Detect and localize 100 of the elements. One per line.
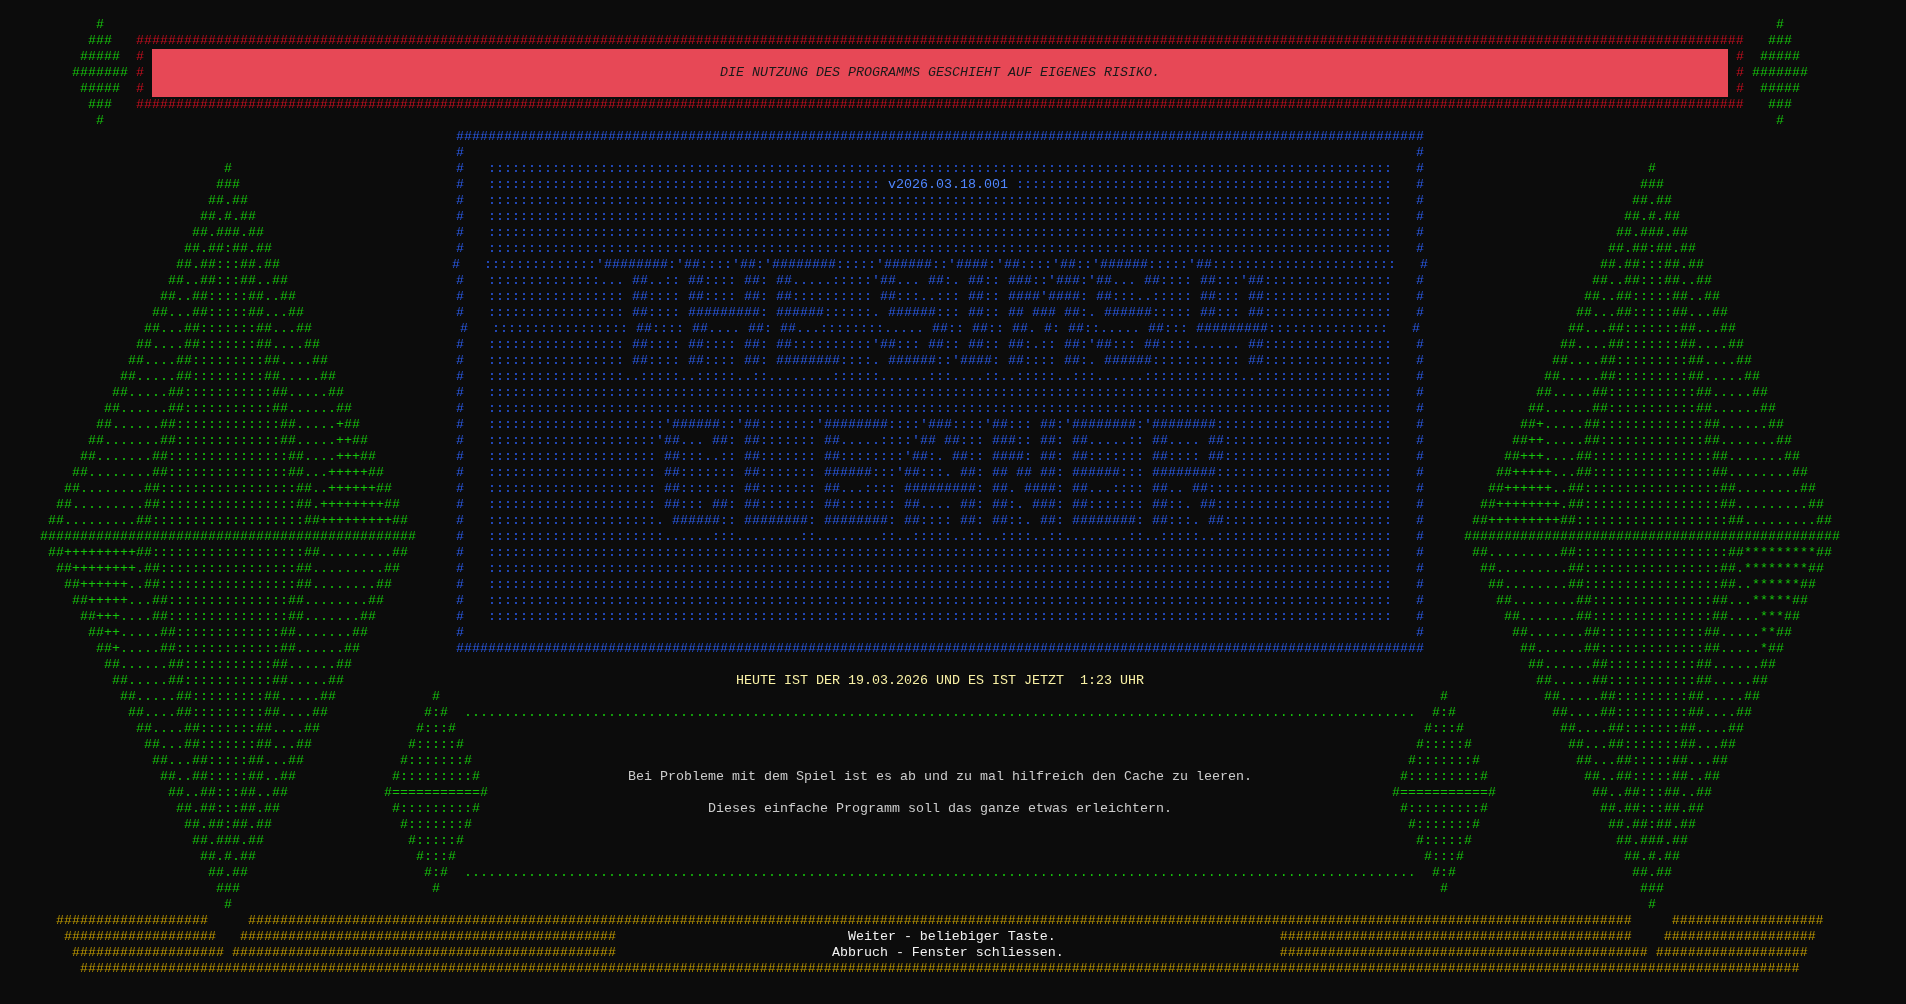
ascii-art-line: ##...##:::::##...## [1576, 753, 1728, 769]
ascii-art-line: ### [1768, 33, 1792, 49]
ascii-art-line: ##### [1760, 49, 1800, 65]
hash-border: ############################################### [239, 929, 616, 945]
ascii-art-line: # ::::::::::::::::::::::::::::::::::::::::::::::::::::::::::::::::::::::::::::::::::::::::::::::::::::::::::::::::: # [456, 593, 1424, 609]
ascii-art-line: ##..##:::##..## [1592, 785, 1712, 801]
ascii-art-line: ### [1640, 881, 1664, 897]
ascii-art-line: #:::# [1424, 721, 1464, 737]
ascii-art-line: #:::::::::# [392, 769, 480, 785]
ascii-art-line: # [224, 161, 232, 177]
ascii-art-line: # ::::::::::::::::: ##:::: ##:::: ##: ########::::. ######::'####: ##:::: ##:. ######::::::::::: ##:::::::::::::::: # [456, 353, 1424, 369]
hash-border: ######################################################################################################################### [456, 129, 1424, 145]
ascii-art-line: ##....##:::::::::##....## [128, 705, 328, 721]
ascii-art-line: # ::::::::::::::::::::: ##:::..:: ##::::::: ##::::::::'##:. ##:: ####: ##: ##::::::: ##:::: ##::::::::::::::::::::: # [456, 449, 1424, 465]
ascii-art-line: #:::::::# [1408, 753, 1480, 769]
ascii-art-line: ##.###.## [1616, 225, 1688, 241]
key-hint: Abbruch - Fenster schliessen. [831, 945, 1064, 961]
ascii-art-line: ##.........##:::::::::::::::::::##+++++++++## [48, 513, 408, 529]
ascii-art-line: ##.......##:::::::::::::::##....***## [1504, 609, 1800, 625]
ascii-art-line: ##.##:::##.## [1600, 801, 1704, 817]
ascii-art-line: ##+++++++++##:::::::::::::::::::##.........## [48, 545, 408, 561]
ascii-art-line: ############################################### [40, 529, 416, 545]
ascii-art-line: # ::::::::::::::::::::::::::::::::::::::::::::::::::::::::::::::::::::::::::::::::::::::::::::::::::::::::::::::::: # [456, 385, 1424, 401]
ascii-art-line: ##.....##:::::::::##.....## [120, 369, 336, 385]
ascii-art-line: ### [88, 33, 112, 49]
ascii-art-line: ##......##:::::::::::::##.....+## [96, 417, 360, 433]
ascii-art-line: ##........##:::::::::::::::::##..++++++## [64, 481, 392, 497]
ascii-art-line: #===========# [1392, 785, 1496, 801]
ascii-art-line: # ::::::::::::::::: ##:::: #########: ######::::::. ######::: ##:: ## ### ##:. ######::::: ##::: ##:::::::::::::::: # [456, 305, 1424, 321]
ascii-art-line: ##....##:::::::##....## [136, 721, 320, 737]
ascii-art-line: ##### [80, 49, 120, 65]
ascii-art-line: ##.###.## [1616, 833, 1688, 849]
hash-border: ################################################ [231, 945, 616, 961]
ascii-art-line: # ::::::::::::::::::::::::::::::::::::::::::::::::::::::::::::::::::::::::::::::::::::::::::::::::::::::::::::::::: # [456, 225, 1424, 241]
hash-border: ################### [1663, 929, 1816, 945]
hash-border: ############################################ [1279, 929, 1632, 945]
ascii-art-line: ##....##:::::::::##....## [128, 353, 328, 369]
ascii-art-line: ##....##:::::::::##....## [1552, 353, 1752, 369]
ascii-art-line: ##..##:::##..## [168, 273, 288, 289]
ascii-art-line: #:# [1432, 705, 1456, 721]
ascii-art-line: #:::::::::# [392, 801, 480, 817]
hash-border: ######################################################################################################################################################################################################### [136, 97, 1744, 113]
ascii-art-line: ##..##:::##..## [168, 785, 288, 801]
ascii-art-line: #:# [424, 705, 448, 721]
ascii-art-line: ##+.....##:::::::::::::##......## [96, 641, 360, 657]
ascii-art-line: #:# [424, 865, 448, 881]
ascii-art-line: ##........##:::::::::::::::##...+++++## [72, 465, 384, 481]
ascii-art-line: ##.....##:::::::::##.....## [120, 689, 336, 705]
ascii-art-line: # ::::::::::::::::::::::::::::::::::::::::::::::::::::::::::::::::::::::::::::::::::::::::::::::::::::::::::::::::: # [456, 609, 1424, 625]
ascii-art-line: #:::::::::# [1400, 769, 1488, 785]
ascii-art-line: ##......##:::::::::::::##.....*## [1520, 641, 1784, 657]
ascii-art-line: # ::::::::::::::::::::::::::::::::::::::::::::::::::::::::::::::::::::::::::::::::::::::::::::::::::::::::::::::::: # [456, 193, 1424, 209]
hash-border: ############################################## [1279, 945, 1648, 961]
ascii-art-line: # ::::::::::::::::::::::::::::::::::::::::::::::::::::::::::::::::::::::::::::::::::::::::::::::::::::::::::::::::: # [456, 161, 1424, 177]
ascii-art-line: ##.........##:::::::::::::::::##.++++++++## [56, 497, 400, 513]
ascii-art-line: ##...##:::::::##...## [1568, 321, 1736, 337]
hash-border: ################### [56, 913, 208, 929]
ascii-art-line: ##.....##:::::::::##.....## [1544, 369, 1760, 385]
ascii-art-line: ##+.....##:::::::::::::##......## [1520, 417, 1784, 433]
ascii-art-line: # ::::::::::::::::::::::'######::'##:::::::'########::::'###::::'##::: ##:'########:'########:::::::::::::::::::::: # [456, 417, 1424, 433]
ascii-art-line: ### [1640, 177, 1664, 193]
ascii-art-line: ##++++++..##:::::::::::::::::##........## [64, 577, 392, 593]
hash-border: ####################################################################################################################################################################################################################### [80, 961, 1800, 977]
hash-border: ############################################################################################################################################################################# [247, 913, 1632, 929]
ascii-art-line: ##.## [1632, 193, 1672, 209]
ascii-art-line: ##+++....##:::::::::::::::##.......## [80, 609, 376, 625]
ascii-art-line: ##.## [208, 865, 248, 881]
ascii-art-line: ##++.....##:::::::::::::##.......## [88, 625, 368, 641]
ascii-art-line: ##.## [1632, 865, 1672, 881]
version-label: v2026.03.18.001 [888, 177, 1008, 193]
ascii-art-line: ::::::::::::::::::::::::::::::::::::::::::::::: # [1014, 177, 1424, 193]
ascii-art-line: # :::::::::::::::::::::'##... ##: ##::::::: ##.....::::'## ##::: ###:: ##: ##.....:: ##.... ##::::::::::::::::::::: # [456, 433, 1424, 449]
ascii-art-line: #:::::::::# [1400, 801, 1488, 817]
ascii-art-line: ##.....##:::::::::::##.....## [112, 385, 344, 401]
ascii-art-line: ##....##:::::::##....## [1560, 721, 1744, 737]
ascii-art-line: ##.##:::##.## [176, 257, 280, 273]
ascii-art-line: ##.#.## [1624, 849, 1680, 865]
ascii-art-line: ##...##:::::::##...## [144, 321, 312, 337]
ascii-art-line: # [1776, 17, 1784, 33]
ascii-art-line: ### [1768, 97, 1792, 113]
ascii-art-line: # ::::::::::::::::::::::::::::::::::::::::::::::::: [456, 177, 881, 193]
ascii-art-line: # ::::::::::::::::: ##:::: ##:::: ##: ##::::::::::'##::: ##:: ##:: ##:.:: ##:'##::: ##::::...... ##:::::::::::::::: # [456, 337, 1424, 353]
ascii-art-line: # [1440, 881, 1448, 897]
warning-message: DIE NUTZUNG DES PROGRAMMS GESCHIEHT AUF EIGENES RISIKO. [720, 65, 1160, 81]
hash-mark: # [136, 81, 144, 97]
ascii-art-line: ##++++++++.##:::::::::::::::::##.........## [1480, 497, 1824, 513]
ascii-art-line: # [96, 17, 104, 33]
ascii-art-line: ##..##:::::##..## [160, 769, 296, 785]
hash-mark: # [1736, 81, 1744, 97]
ascii-art-line: # [1648, 161, 1656, 177]
ascii-art-line: # [224, 897, 232, 913]
ascii-art-line: ##.......##:::::::::::::##.....**## [1512, 625, 1792, 641]
ascii-art-line: # [96, 113, 104, 129]
ascii-art-line: ##.##:##.## [1608, 817, 1696, 833]
ascii-art-line: # [432, 881, 440, 897]
ascii-art-line: # [1776, 113, 1784, 129]
ascii-art-line: ##.....##:::::::::::##.....## [1536, 385, 1768, 401]
ascii-art-line: ##..##:::##..## [1592, 273, 1712, 289]
ascii-art-line: #:# [1432, 865, 1456, 881]
ascii-art-line: #:::::::# [1408, 817, 1480, 833]
